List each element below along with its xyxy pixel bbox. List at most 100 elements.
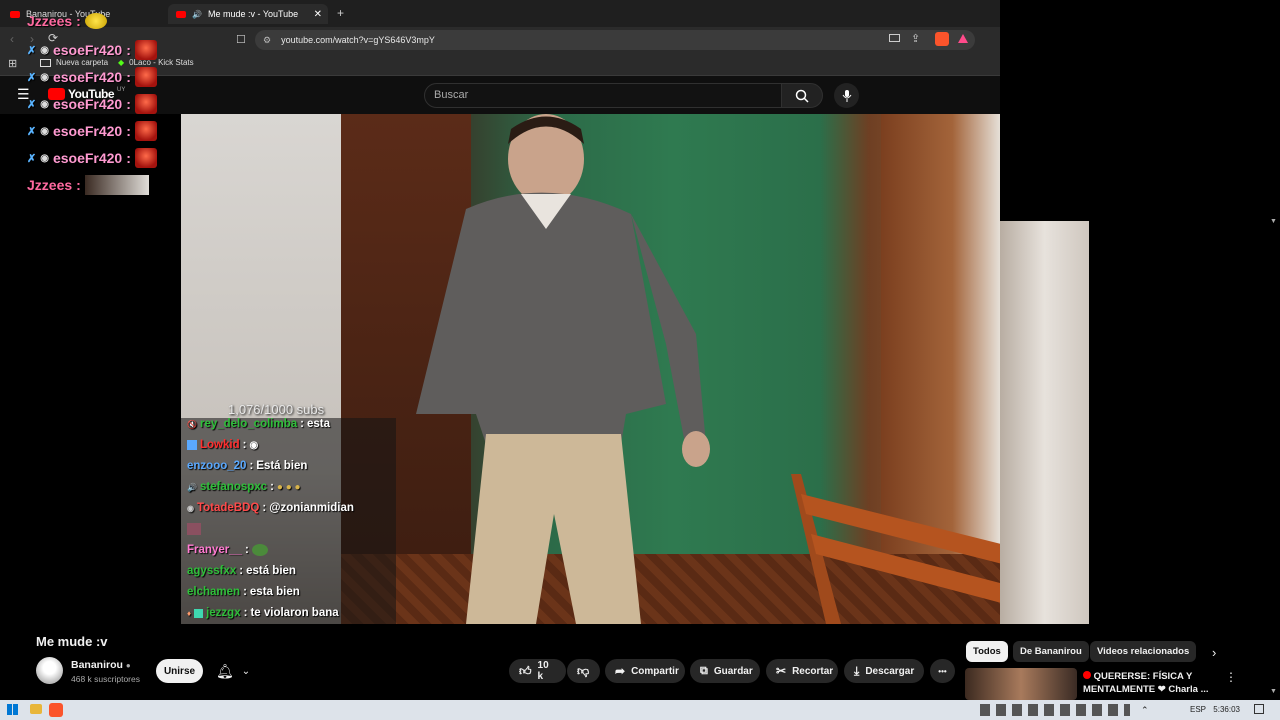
site-info-icon[interactable]: ⚙: [263, 35, 271, 46]
chat-username: esoeFr420: [52, 150, 123, 166]
tab-me-mude[interactable]: 🔊 Me mude :v - YouTube ✕: [168, 4, 328, 24]
channel-subscribers: 468 k suscriptores: [71, 674, 140, 684]
brave-taskbar-icon[interactable]: [49, 703, 63, 717]
subs-counter: 1,076/1000 subs: [228, 402, 325, 417]
chat-colon: :: [126, 96, 131, 112]
chat-message: [187, 523, 201, 535]
apps-grid-icon[interactable]: ⊞: [8, 57, 17, 70]
live-dot-icon: [1083, 671, 1091, 679]
bookmark-icon[interactable]: ☐: [236, 33, 246, 46]
chat-username: Lowkid: [200, 439, 240, 451]
like-button[interactable]: 👍︎ 10 k: [509, 659, 566, 683]
dislike-button[interactable]: 👎︎: [567, 659, 600, 683]
close-icon[interactable]: ✕: [314, 9, 322, 20]
verified-icon: ●: [125, 661, 131, 670]
scissors-icon: ✂: [776, 664, 787, 678]
youtube-favicon-icon: [10, 10, 20, 18]
chat-username: Jzzees: [27, 177, 73, 193]
chat-username: stefanospxc: [199, 481, 268, 493]
chat-colon: :: [249, 460, 254, 472]
sword-badge-icon: ✗: [27, 152, 37, 165]
chat-colon: :: [243, 586, 247, 598]
save-label: Guardar: [713, 665, 753, 677]
search-button[interactable]: [781, 83, 823, 108]
browser-tab-bar: Bananirou - YouTube 🔊 Me mude :v - YouTu…: [0, 0, 1000, 27]
chat-colon: :: [300, 418, 304, 430]
pepe-emote-icon: [251, 544, 268, 556]
download-button[interactable]: ⤓ Descargar: [844, 659, 924, 683]
brave-rewards-icon[interactable]: [958, 34, 968, 43]
search-input[interactable]: Buscar: [424, 83, 782, 108]
more-actions-button[interactable]: •••: [930, 659, 955, 683]
chip-de-bananirou[interactable]: De Bananirou: [1013, 641, 1089, 662]
download-label: Descargar: [865, 665, 915, 677]
chevron-right-icon[interactable]: ›: [1212, 645, 1216, 660]
devil-emote-icon: [134, 40, 157, 60]
like-count: 10 k: [537, 660, 549, 682]
cast-icon[interactable]: [889, 34, 900, 42]
chat-username: elchamen: [187, 586, 241, 598]
notifications-button[interactable]: 🔔︎ ⌄: [210, 659, 256, 683]
tab-label: Me mude :v - YouTube: [207, 9, 299, 19]
emote-icon: [84, 13, 107, 29]
url-text: youtube.com/watch?v=gYS646V3mpY: [281, 35, 435, 45]
overlay-chat-line: ✗ ◉ esoeFr420:: [27, 94, 157, 114]
scroll-down-icon[interactable]: ▼: [1270, 218, 1277, 225]
video-overflow-patch: [1000, 221, 1089, 624]
scroll-down-icon[interactable]: ▼: [1270, 688, 1277, 695]
chat-message: Lowkid: ◉: [187, 439, 258, 451]
overlay-chat-line: ✗ ◉ esoeFr420:: [27, 67, 157, 87]
chat-username: Franyer__: [187, 544, 242, 556]
chat-text: @zonianmidian: [269, 502, 354, 514]
clip-button[interactable]: ✂ Recortar: [766, 659, 838, 683]
more-dots-icon: •••: [938, 666, 947, 676]
sword-badge-icon: ✗: [27, 71, 37, 84]
join-button[interactable]: Unirse: [156, 659, 203, 683]
chat-message: agyssfxx: está bien: [187, 565, 296, 577]
microphone-icon: [842, 89, 851, 102]
emote-icon: ◉: [249, 439, 259, 451]
chat-username: enzooo_20: [187, 460, 247, 472]
overlay-chat-line: Jzzees:: [27, 13, 107, 29]
speaker-icon: 🔊: [192, 9, 202, 19]
chip-todos[interactable]: Todos: [966, 641, 1008, 662]
share-page-icon[interactable]: ⇪: [911, 32, 920, 45]
chip-videos-relacionados[interactable]: Videos relacionados: [1090, 641, 1197, 662]
tray-more-icon[interactable]: ⌃: [1141, 705, 1149, 716]
chat-colon: :: [242, 439, 247, 451]
chat-colon: :: [76, 13, 81, 29]
chat-colon: :: [239, 565, 244, 577]
windows-start-icon[interactable]: [7, 704, 18, 715]
voice-search-button[interactable]: [834, 83, 859, 108]
share-button[interactable]: ➦ Compartir: [605, 659, 685, 683]
chat-colon: :: [126, 69, 131, 85]
more-vert-icon[interactable]: ⋮: [1225, 670, 1237, 684]
in-video-chat: 🔇 rey_delo_colimba: esta Lowkid: ◉ enzoo…: [181, 418, 396, 624]
channel-avatar[interactable]: [36, 657, 63, 684]
badge-icon: [194, 608, 204, 618]
chevron-down-icon: ⌄: [241, 665, 251, 677]
save-button[interactable]: ⧉ Guardar: [690, 659, 760, 683]
input-language[interactable]: ESP: [1190, 705, 1206, 714]
system-tray-icons[interactable]: [980, 704, 1130, 716]
sword-badge-icon: ✗: [27, 125, 37, 138]
url-field[interactable]: ⚙ youtube.com/watch?v=gYS646V3mpY: [255, 30, 975, 50]
badge-icon: [187, 440, 197, 450]
back-icon[interactable]: ‹: [10, 32, 14, 46]
file-explorer-icon[interactable]: [30, 704, 42, 714]
brave-shields-icon[interactable]: [935, 32, 949, 46]
glove-badge-icon: ◉: [187, 503, 194, 513]
new-tab-button[interactable]: +: [337, 6, 344, 20]
share-label: Compartir: [631, 665, 679, 677]
chat-colon: :: [126, 150, 131, 166]
chat-colon: :: [244, 544, 249, 556]
video-person: [416, 114, 710, 624]
channel-name[interactable]: Bananirou ●: [71, 659, 131, 671]
glove-badge-icon: ◉: [40, 152, 49, 164]
recommended-video-thumbnail[interactable]: [965, 668, 1077, 700]
notifications-icon[interactable]: [1254, 704, 1264, 714]
chat-colon: :: [270, 481, 274, 493]
recommended-video-title[interactable]: QUERERSE: FÍSICA Y MENTALMENTE ❤ Charla …: [1083, 670, 1213, 696]
taskbar-clock[interactable]: 5:36:03: [1213, 705, 1240, 714]
chat-username: esoeFr420: [52, 42, 123, 58]
